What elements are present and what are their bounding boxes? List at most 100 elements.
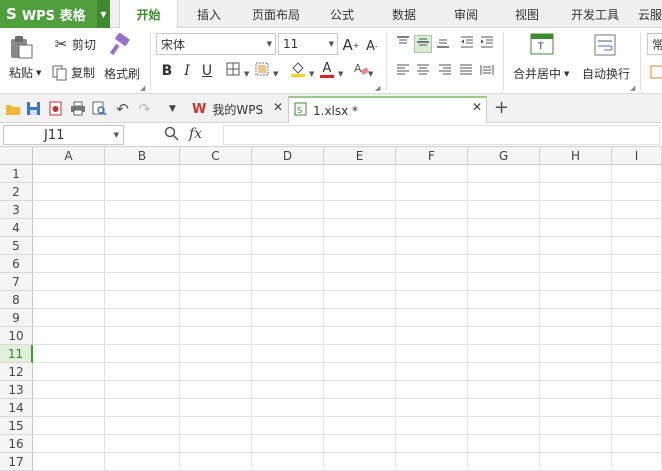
font-color-button[interactable]: A xyxy=(318,61,336,79)
tab-cloud[interactable]: 云服 xyxy=(638,0,662,28)
row-header-16[interactable]: 16 xyxy=(0,435,33,453)
doc-tab-my-wps[interactable]: W 我的WPS xyxy=(186,96,286,123)
spreadsheet-grid[interactable]: ABCDEFGHI 1 2 3 4 5 6 7 8 9 10 11 12 13 14 15 16 17 xyxy=(0,147,662,471)
column-header-b[interactable]: B xyxy=(105,147,180,165)
row-header-8[interactable]: 8 xyxy=(0,291,33,309)
align-center-button[interactable] xyxy=(414,63,432,81)
borders-button[interactable] xyxy=(224,62,242,80)
alignment-group-launcher-icon[interactable]: ◢ xyxy=(630,84,635,92)
paste-button[interactable] xyxy=(8,34,34,60)
tab-view[interactable]: 视图 xyxy=(503,0,551,28)
undo-icon[interactable]: ↶ xyxy=(114,100,131,118)
column-header-i[interactable]: I xyxy=(612,147,662,165)
row-header-2[interactable]: 2 xyxy=(0,183,33,201)
row-header-15[interactable]: 15 xyxy=(0,417,33,435)
redo-icon[interactable]: ↷ xyxy=(136,100,153,118)
tab-data[interactable]: 数据 xyxy=(380,0,428,28)
app-menu-button[interactable]: S WPS 表格 xyxy=(0,0,97,28)
align-right-button[interactable] xyxy=(436,63,454,81)
align-middle-button[interactable] xyxy=(414,35,432,53)
row-header-12[interactable]: 12 xyxy=(0,363,33,381)
close-my-wps-tab-icon[interactable]: ✕ xyxy=(273,100,283,114)
tab-formulas[interactable]: 公式 xyxy=(318,0,366,28)
column-header-h[interactable]: H xyxy=(540,147,612,165)
cut-button[interactable]: ✂ 剪切 xyxy=(52,35,96,53)
cell-style-button[interactable] xyxy=(253,62,271,80)
tab-label: 页面布局 xyxy=(251,7,300,22)
clipboard-group-launcher-icon[interactable]: ◢ xyxy=(140,84,145,92)
paste-dropdown-button[interactable]: 粘贴 ▼ xyxy=(9,64,41,81)
select-all-corner[interactable] xyxy=(0,147,33,165)
decrease-font-size-icon[interactable]: A- xyxy=(363,37,381,55)
decrease-indent-button[interactable] xyxy=(458,35,476,53)
increase-font-size-icon[interactable]: A + xyxy=(342,36,360,54)
bold-button[interactable]: B xyxy=(158,62,176,80)
underline-button[interactable]: U xyxy=(198,62,216,80)
format-painter-button[interactable]: 格式刷 xyxy=(104,65,140,82)
distributed-align-button[interactable] xyxy=(478,63,496,81)
tab-page-layout[interactable]: 页面布局 xyxy=(244,0,308,28)
row-header-17[interactable]: 17 xyxy=(0,453,33,471)
open-folder-icon[interactable] xyxy=(4,100,21,117)
insert-function-button[interactable]: fx xyxy=(189,126,202,142)
chevron-down-icon[interactable]: ▼ xyxy=(244,70,249,78)
print-preview-icon[interactable] xyxy=(91,100,108,117)
fill-color-button[interactable] xyxy=(289,62,307,80)
tab-home[interactable]: 开始 xyxy=(119,0,178,29)
column-header-c[interactable]: C xyxy=(180,147,252,165)
doc-tab-workbook[interactable]: S 1.xlsx * xyxy=(288,96,487,123)
new-tab-icon[interactable]: + xyxy=(494,97,509,118)
align-top-button[interactable] xyxy=(394,35,412,53)
export-pdf-icon[interactable] xyxy=(47,100,64,117)
justify-button[interactable] xyxy=(457,63,475,81)
print-icon[interactable] xyxy=(69,100,86,117)
app-menu-dropdown-icon[interactable]: ▼ xyxy=(97,0,110,28)
chevron-down-icon[interactable]: ▼ xyxy=(368,70,373,78)
align-left-icon xyxy=(396,64,410,80)
wrap-text-button[interactable]: 自动换行 xyxy=(582,65,630,82)
copy-button[interactable]: 复制 xyxy=(52,64,95,81)
row-header-1[interactable]: 1 xyxy=(0,165,33,183)
merge-center-button[interactable]: 合并居中 ▼ xyxy=(513,65,569,82)
row-header-7[interactable]: 7 xyxy=(0,273,33,291)
customize-toolbar-icon[interactable]: ▼ xyxy=(164,100,181,117)
column-gridline xyxy=(395,165,396,471)
column-header-d[interactable]: D xyxy=(252,147,324,165)
align-left-button[interactable] xyxy=(394,63,412,81)
tab-review[interactable]: 审阅 xyxy=(442,0,490,28)
row-header-3[interactable]: 3 xyxy=(0,201,33,219)
row-header-14[interactable]: 14 xyxy=(0,399,33,417)
zoom-search-icon[interactable] xyxy=(164,126,179,144)
column-header-g[interactable]: G xyxy=(468,147,540,165)
column-header-e[interactable]: E xyxy=(324,147,396,165)
spreadsheet-file-icon: S xyxy=(294,102,307,119)
number-format-select[interactable]: 常 xyxy=(647,33,662,55)
font-size-select[interactable]: 11 ▼ xyxy=(278,33,338,55)
font-name-select[interactable]: 宋体 ▼ xyxy=(156,33,276,55)
align-bottom-button[interactable] xyxy=(434,35,452,53)
column-header-a[interactable]: A xyxy=(33,147,105,165)
row-header-9[interactable]: 9 xyxy=(0,309,33,327)
conditional-format-icon[interactable] xyxy=(650,65,662,79)
italic-button[interactable]: I xyxy=(178,62,196,80)
formula-input[interactable] xyxy=(223,125,660,145)
chevron-down-icon[interactable]: ▼ xyxy=(338,70,343,78)
row-header-4[interactable]: 4 xyxy=(0,219,33,237)
tab-developer[interactable]: 开发工具 xyxy=(563,0,627,28)
chevron-down-icon[interactable]: ▼ xyxy=(309,70,314,78)
close-workbook-tab-icon[interactable]: ✕ xyxy=(472,100,482,114)
tab-insert[interactable]: 插入 xyxy=(184,0,234,28)
increase-indent-button[interactable] xyxy=(478,35,496,53)
row-header-13[interactable]: 13 xyxy=(0,381,33,399)
font-group-launcher-icon[interactable]: ◢ xyxy=(375,84,380,92)
row-header-5[interactable]: 5 xyxy=(0,237,33,255)
row-header-6[interactable]: 6 xyxy=(0,255,33,273)
name-box[interactable]: J11 ▼ xyxy=(3,125,124,145)
column-header-f[interactable]: F xyxy=(396,147,468,165)
chevron-down-icon[interactable]: ▼ xyxy=(273,70,278,78)
save-icon[interactable] xyxy=(25,100,42,117)
row-header-10[interactable]: 10 xyxy=(0,327,33,345)
copy-icon xyxy=(52,65,67,81)
row-header-11[interactable]: 11 xyxy=(0,345,33,363)
italic-label: I xyxy=(184,63,190,79)
